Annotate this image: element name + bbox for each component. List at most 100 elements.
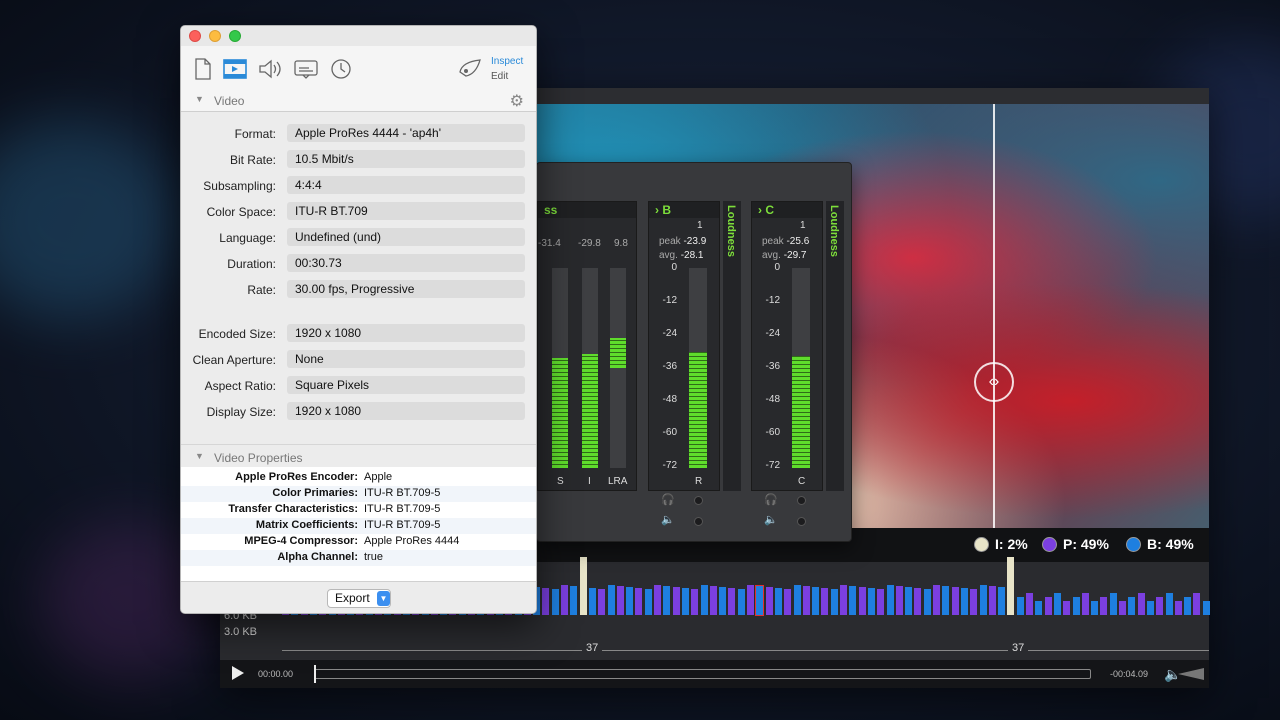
inspector-titlebar[interactable] xyxy=(181,26,536,46)
channel-c-speaker-icon[interactable]: 🔈 xyxy=(764,513,778,526)
disclosure-triangle-icon[interactable]: ▼ xyxy=(195,94,204,104)
frame-bar[interactable] xyxy=(765,587,773,615)
inspect-mode-label[interactable]: Inspect xyxy=(491,54,523,69)
frame-bar[interactable] xyxy=(784,589,792,615)
channel-b-solo-toggle[interactable] xyxy=(694,496,703,505)
frame-bar[interactable] xyxy=(1119,601,1126,615)
channel-b-header[interactable]: › B xyxy=(649,202,719,218)
frame-bar[interactable] xyxy=(1081,593,1089,615)
frame-bar[interactable] xyxy=(663,586,671,615)
frame-bar[interactable] xyxy=(979,585,987,615)
frame-bar[interactable] xyxy=(719,587,727,615)
minimize-button[interactable] xyxy=(209,30,221,42)
frame-bar[interactable] xyxy=(1156,597,1164,615)
channel-b-headphone-icon[interactable]: 🎧 xyxy=(661,493,675,506)
edit-mode-label[interactable]: Edit xyxy=(491,69,523,84)
frame-bar[interactable] xyxy=(830,589,838,615)
frame-bar[interactable] xyxy=(1174,601,1182,615)
frame-bar[interactable] xyxy=(812,587,820,615)
zoom-button[interactable] xyxy=(229,30,241,42)
frame-bar[interactable] xyxy=(1146,601,1154,615)
video-section-header[interactable]: ▼ Video ⚙ xyxy=(181,88,536,114)
frame-bar[interactable] xyxy=(951,587,959,615)
split-handle-icon[interactable]: ‹› xyxy=(974,362,1014,402)
frame-bar[interactable] xyxy=(1091,601,1099,615)
frame-bar[interactable] xyxy=(551,589,559,615)
frame-bar[interactable] xyxy=(942,586,950,615)
frame-bar[interactable] xyxy=(635,588,643,615)
frame-bar[interactable] xyxy=(905,587,913,615)
frame-bar[interactable] xyxy=(970,589,978,615)
frame-bar[interactable] xyxy=(895,586,903,615)
frame-bar[interactable] xyxy=(1165,593,1173,615)
frame-bar[interactable] xyxy=(644,589,652,615)
inspect-edit-switch[interactable]: Inspect Edit xyxy=(491,54,523,84)
frame-bar[interactable] xyxy=(747,585,754,615)
frame-bar[interactable] xyxy=(1193,593,1201,615)
export-button[interactable]: Export ▼ xyxy=(327,589,391,608)
play-icon[interactable] xyxy=(232,666,244,680)
frame-bar[interactable] xyxy=(988,586,996,615)
chevron-down-icon[interactable]: ▼ xyxy=(377,591,390,606)
property-value[interactable]: ITU-R BT.709 xyxy=(287,202,525,220)
frame-bar[interactable] xyxy=(914,588,922,615)
frame-bar[interactable] xyxy=(1007,557,1015,615)
audio-tab-icon[interactable] xyxy=(258,58,282,80)
frame-bar[interactable] xyxy=(755,585,765,616)
property-value[interactable]: 00:30.73 xyxy=(287,254,525,272)
inspect-edit-toggle-icon[interactable] xyxy=(457,58,481,80)
frame-bar[interactable] xyxy=(867,588,875,615)
frame-bar[interactable] xyxy=(923,589,931,615)
property-value[interactable]: Undefined (und) xyxy=(287,228,525,246)
channel-c-headphone-icon[interactable]: 🎧 xyxy=(764,493,778,506)
frame-bar[interactable] xyxy=(1016,597,1024,615)
frame-bar[interactable] xyxy=(570,586,578,615)
frame-bar[interactable] xyxy=(960,588,968,615)
channel-c-mute-toggle[interactable] xyxy=(797,517,806,526)
frame-bar[interactable] xyxy=(1035,601,1043,615)
frame-bar[interactable] xyxy=(588,588,596,615)
frame-bar[interactable] xyxy=(877,589,885,615)
channel-c-loudness-tab[interactable]: Loudness xyxy=(826,201,844,491)
frame-bar[interactable] xyxy=(700,585,708,615)
frame-bar[interactable] xyxy=(1137,593,1145,615)
frame-bar[interactable] xyxy=(654,585,661,615)
frame-bar[interactable] xyxy=(1072,597,1080,615)
frame-bar[interactable] xyxy=(998,587,1006,615)
document-icon[interactable] xyxy=(193,58,217,80)
property-value[interactable]: 1920 x 1080 xyxy=(287,402,525,420)
frame-bar[interactable] xyxy=(1026,593,1033,615)
frame-bar[interactable] xyxy=(598,589,606,615)
frame-bar[interactable] xyxy=(672,587,680,615)
frame-bar[interactable] xyxy=(616,586,624,615)
frame-bar[interactable] xyxy=(793,585,801,615)
channel-c-solo-toggle[interactable] xyxy=(797,496,806,505)
video-tab-icon[interactable] xyxy=(223,58,247,80)
frame-bar[interactable] xyxy=(579,557,587,615)
frame-bar[interactable] xyxy=(542,588,550,615)
frame-bar[interactable] xyxy=(728,588,736,615)
channel-b-speaker-icon[interactable]: 🔈 xyxy=(661,513,675,526)
disclosure-triangle-icon[interactable]: ▼ xyxy=(195,451,204,461)
frame-bar[interactable] xyxy=(840,585,847,615)
frame-bar[interactable] xyxy=(607,585,615,615)
close-button[interactable] xyxy=(189,30,201,42)
frame-bar[interactable] xyxy=(1100,597,1108,615)
frame-bar[interactable] xyxy=(1202,601,1210,615)
channel-c-header[interactable]: › C xyxy=(752,202,822,218)
frame-bar[interactable] xyxy=(626,587,634,615)
frame-bar[interactable] xyxy=(1128,597,1136,615)
timeline-scrubber[interactable] xyxy=(314,669,1091,679)
frame-bar[interactable] xyxy=(886,585,894,615)
frame-bar[interactable] xyxy=(691,589,699,615)
timecode-tab-icon[interactable] xyxy=(330,58,354,80)
property-value[interactable]: None xyxy=(287,350,525,368)
gear-icon[interactable]: ⚙ xyxy=(510,91,524,111)
property-value[interactable]: Apple ProRes 4444 - 'ap4h' xyxy=(287,124,525,142)
volume-slider[interactable] xyxy=(1178,668,1204,680)
frame-bar[interactable] xyxy=(933,585,940,615)
frame-bar[interactable] xyxy=(709,586,717,615)
channel-b-loudness-tab[interactable]: Loudness xyxy=(723,201,741,491)
frame-bar[interactable] xyxy=(802,586,810,615)
frame-bar[interactable] xyxy=(681,588,689,615)
